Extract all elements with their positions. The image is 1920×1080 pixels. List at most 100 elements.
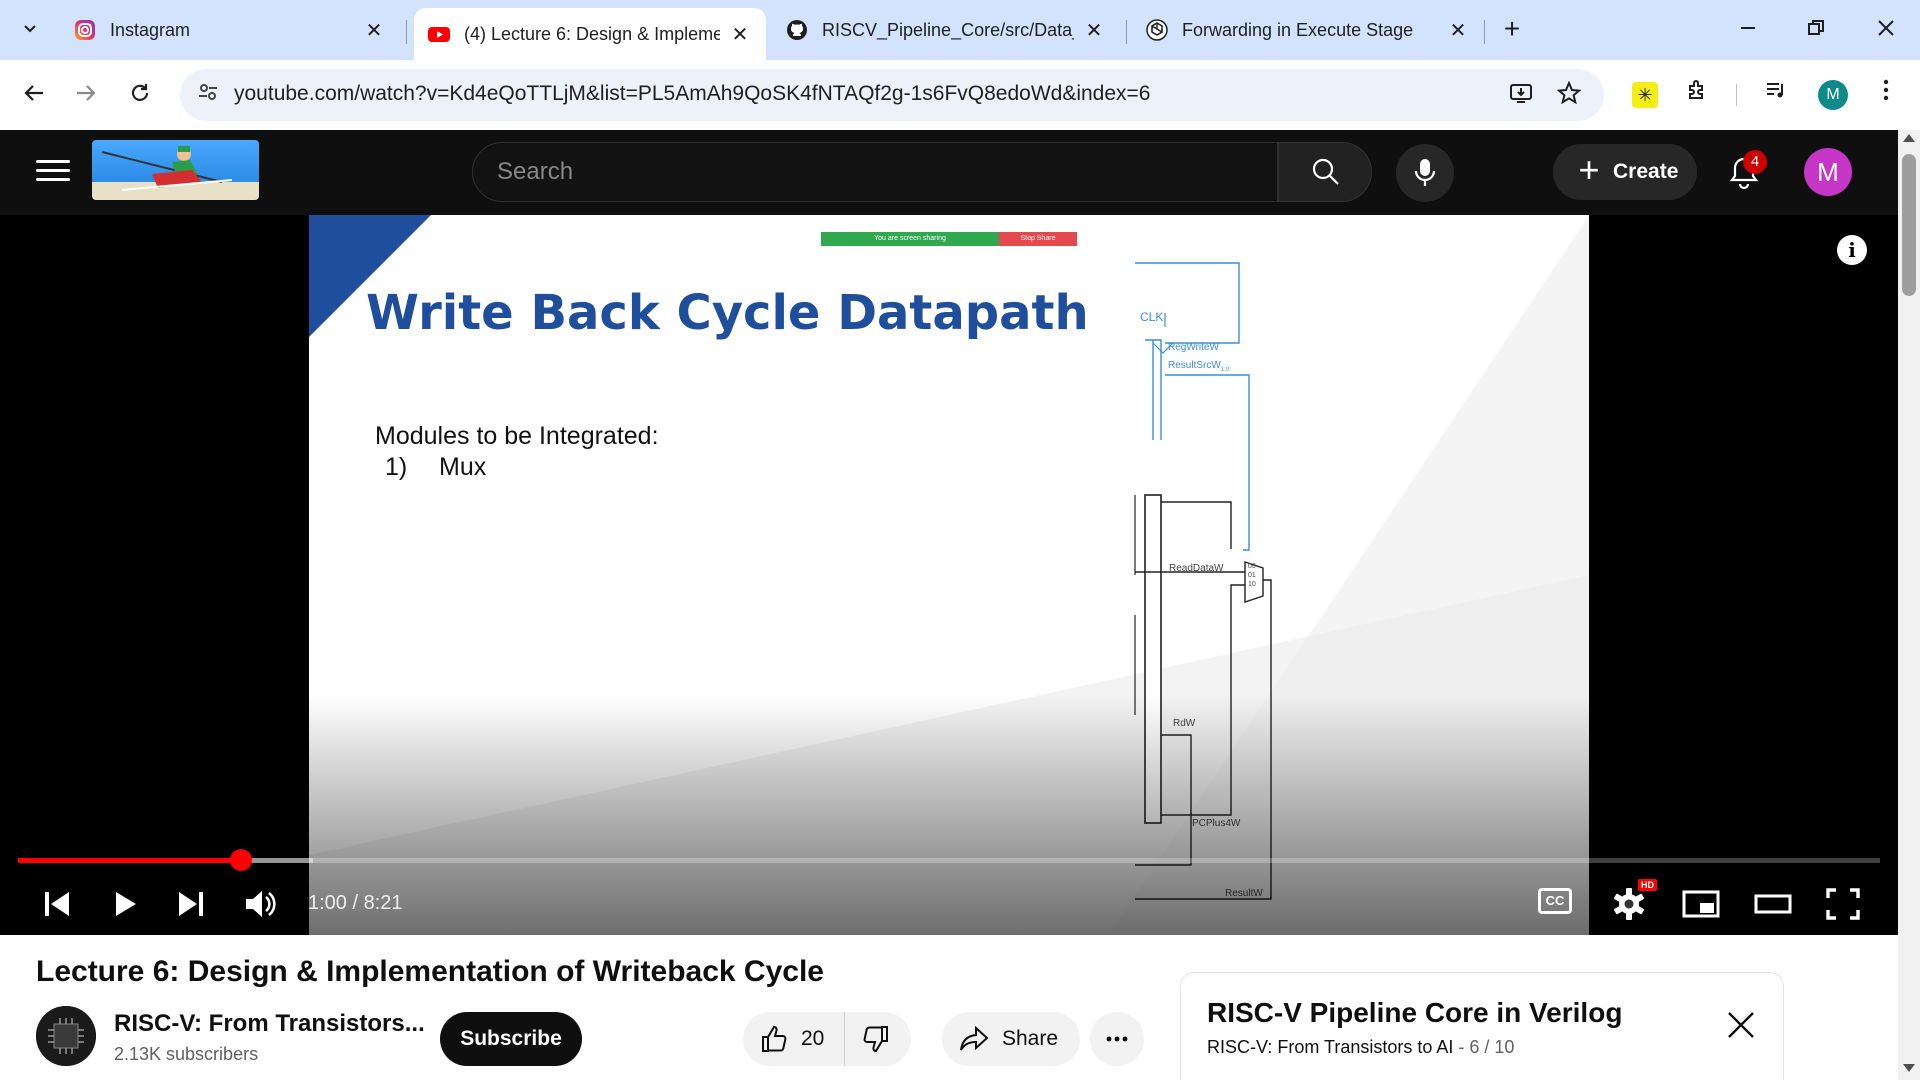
tab-youtube-active[interactable]: (4) Lecture 6: Design & Implementation o… xyxy=(414,8,766,60)
voice-search-button[interactable] xyxy=(1396,144,1454,202)
create-button[interactable]: + Create xyxy=(1553,144,1697,200)
restore-button[interactable] xyxy=(1796,10,1836,50)
tab-search-button[interactable] xyxy=(14,12,46,44)
mux-input-10: 10 xyxy=(1248,581,1256,588)
extensions-puzzle-icon[interactable] xyxy=(1680,77,1716,113)
tab-chatgpt[interactable]: Forwarding in Execute Stage ✕ xyxy=(1132,8,1484,52)
tab-github[interactable]: RISCV_Pipeline_Core/src/Data_Memory.v ✕ xyxy=(772,8,1120,52)
chevron-down-icon xyxy=(24,25,36,33)
close-icon xyxy=(1878,20,1894,36)
toolbar-divider xyxy=(1736,84,1737,106)
browser-tab-strip: Instagram ✕ (4) Lecture 6: Design & Impl… xyxy=(0,0,1920,60)
page-scrollbar[interactable] xyxy=(1898,130,1920,1080)
video-info-button[interactable]: i xyxy=(1837,235,1867,265)
reload-button[interactable] xyxy=(118,73,162,117)
tab-title: (4) Lecture 6: Design & Implementation o… xyxy=(464,23,720,44)
slide-title: Write Back Cycle Datapath xyxy=(366,285,1089,341)
mux-input-labels: 00 01 10 xyxy=(1248,562,1256,589)
progress-bar[interactable] xyxy=(18,858,1880,863)
youtube-page: + Create 4 M You are screen sharing Stop… xyxy=(0,130,1898,1080)
tab-close-icon[interactable]: ✕ xyxy=(728,22,752,47)
fullscreen-button[interactable] xyxy=(1818,879,1868,929)
install-app-icon[interactable] xyxy=(1506,81,1536,111)
diagram-label-result: ResultW xyxy=(1225,888,1263,899)
extension-asterisk-icon[interactable]: ✳ xyxy=(1632,82,1658,108)
share-button[interactable]: Share xyxy=(942,1012,1080,1066)
next-button[interactable] xyxy=(166,879,216,929)
search-input[interactable] xyxy=(497,157,1237,187)
minimize-button[interactable] xyxy=(1728,10,1768,50)
reload-icon xyxy=(131,84,149,101)
resultsrc-name: ResultSrcW xyxy=(1168,360,1221,371)
github-icon xyxy=(787,20,807,40)
new-tab-button[interactable]: + xyxy=(1496,14,1528,46)
diagram-label-readdata: ReadDataW xyxy=(1169,563,1224,574)
scroll-down-arrow-icon[interactable] xyxy=(1903,1064,1915,1072)
media-controls-icon[interactable] xyxy=(1758,77,1794,113)
youtube-doodle-logo[interactable] xyxy=(92,140,259,200)
bookmark-star-icon[interactable] xyxy=(1554,80,1584,111)
like-button[interactable]: 20 xyxy=(743,1012,846,1066)
playlist-channel[interactable]: RISC-V: From Transistors to AI xyxy=(1207,1037,1453,1057)
play-icon xyxy=(116,892,136,916)
tab-instagram[interactable]: Instagram ✕ xyxy=(60,8,400,52)
previous-button[interactable] xyxy=(32,879,82,929)
more-actions-button[interactable] xyxy=(1090,1012,1144,1066)
arrow-left-icon xyxy=(24,85,43,101)
browser-profile-avatar[interactable]: M xyxy=(1818,80,1848,110)
resultsrc-subscript: 1:0 xyxy=(1220,367,1230,373)
diagram-label-rdw: RdW xyxy=(1173,718,1196,729)
tab-close-icon[interactable]: ✕ xyxy=(1082,18,1106,43)
instagram-icon xyxy=(75,20,95,40)
theater-mode-button[interactable] xyxy=(1748,879,1798,929)
arrow-right-icon xyxy=(77,85,96,101)
channel-name[interactable]: RISC-V: From Transistors... xyxy=(114,1010,425,1038)
tab-close-icon[interactable]: ✕ xyxy=(1446,18,1470,43)
tab-title: Instagram xyxy=(110,19,191,40)
playlist-title[interactable]: RISC-V Pipeline Core in Verilog xyxy=(1207,997,1622,1029)
thumbs-up-icon xyxy=(762,1025,787,1052)
theater-mode-icon xyxy=(1754,894,1792,914)
scroll-up-arrow-icon[interactable] xyxy=(1903,134,1915,142)
plus-icon: + xyxy=(1578,149,1600,190)
list-item-text: Mux xyxy=(439,453,487,481)
scrollbar-thumb[interactable] xyxy=(1902,154,1916,296)
mute-button[interactable] xyxy=(236,879,286,929)
microphone-icon xyxy=(1414,159,1436,186)
search-button[interactable] xyxy=(1278,142,1372,202)
youtube-icon xyxy=(428,27,450,42)
progress-scrubber-handle[interactable] xyxy=(230,849,253,871)
tab-separator xyxy=(1126,20,1127,44)
like-count: 20 xyxy=(801,1027,825,1050)
subscribe-button[interactable]: Subscribe xyxy=(440,1012,582,1066)
close-window-button[interactable] xyxy=(1866,10,1906,50)
video-frame-slide: You are screen sharing Stop Share Write … xyxy=(309,215,1589,935)
site-settings-icon[interactable] xyxy=(194,81,222,109)
channel-avatar[interactable] xyxy=(36,1006,96,1066)
time-display: 1:00 / 8:21 xyxy=(308,892,403,914)
account-avatar[interactable]: M xyxy=(1804,148,1852,196)
address-bar[interactable]: youtube.com/watch?v=Kd4eQoTTLjM&list=PL5… xyxy=(180,69,1604,121)
restore-icon xyxy=(1808,20,1824,35)
stop-share-label: Stop Share xyxy=(999,232,1077,246)
url-text[interactable]: youtube.com/watch?v=Kd4eQoTTLjM&list=PL5… xyxy=(234,82,1150,106)
video-player[interactable]: You are screen sharing Stop Share Write … xyxy=(0,215,1898,935)
slide-subtitle: Modules to be Integrated: xyxy=(375,422,659,450)
close-playlist-button[interactable] xyxy=(1725,1009,1757,1041)
forward-button[interactable] xyxy=(64,73,108,117)
subtitles-cc-button[interactable]: CC xyxy=(1538,888,1572,914)
miniplayer-button[interactable] xyxy=(1676,879,1726,929)
browser-menu-icon[interactable] xyxy=(1868,77,1904,113)
youtube-header: + Create 4 M xyxy=(0,130,1898,215)
playlist-subtitle: RISC-V: From Transistors to AI - 6 / 10 xyxy=(1207,1037,1514,1058)
back-button[interactable] xyxy=(12,73,56,117)
tab-close-icon[interactable]: ✕ xyxy=(362,18,386,43)
slide-list-item: 1) Mux xyxy=(385,453,486,482)
screen-sharing-indicator: You are screen sharing xyxy=(821,232,999,246)
dislike-button[interactable] xyxy=(845,1012,911,1066)
tab-title: RISCV_Pipeline_Core/src/Data_Memory.v xyxy=(822,19,1074,40)
play-button[interactable] xyxy=(100,879,150,929)
tab-title: Forwarding in Execute Stage xyxy=(1182,19,1414,40)
menu-hamburger-icon[interactable] xyxy=(36,154,70,188)
like-dislike-group: 20 xyxy=(743,1012,912,1066)
